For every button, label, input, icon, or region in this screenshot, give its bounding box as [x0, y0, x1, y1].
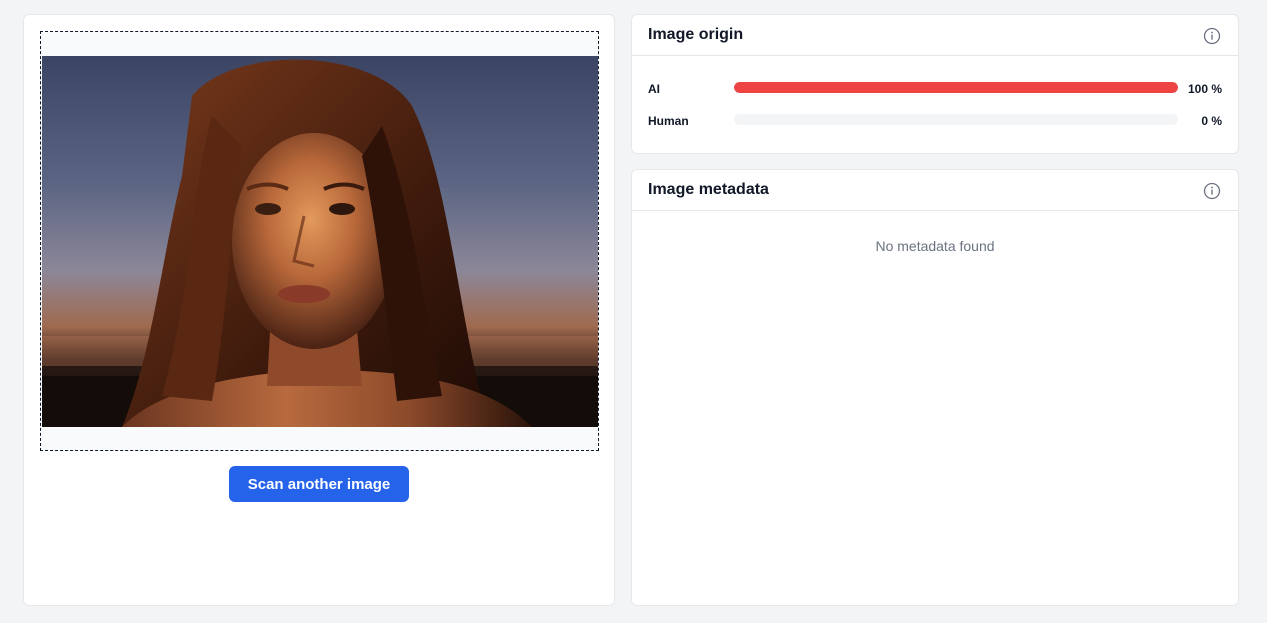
origin-row-label: AI — [648, 82, 660, 96]
info-icon[interactable] — [1203, 27, 1221, 45]
uploaded-image — [42, 56, 598, 427]
origin-row-value: 0 % — [1201, 114, 1222, 128]
no-metadata-message: No metadata found — [875, 238, 995, 254]
image-metadata-panel: Image metadata No metadata found — [631, 169, 1239, 606]
image-metadata-header: Image metadata — [632, 170, 1238, 211]
origin-progress-fill — [734, 82, 1178, 93]
upload-panel: Scan another image — [23, 14, 615, 606]
image-origin-panel: Image origin AI 100 % Human 0 % — [631, 14, 1239, 154]
image-origin-title: Image origin — [648, 26, 744, 43]
image-origin-header: Image origin — [632, 15, 1238, 56]
image-dropzone[interactable] — [40, 31, 599, 451]
origin-progress-bar — [734, 82, 1178, 93]
origin-row-value: 100 % — [1187, 82, 1222, 96]
origin-progress-bar — [734, 114, 1178, 125]
image-metadata-title: Image metadata — [648, 181, 769, 198]
info-icon[interactable] — [1203, 182, 1221, 200]
origin-row-label: Human — [648, 114, 689, 128]
scan-another-image-button[interactable]: Scan another image — [229, 466, 409, 502]
